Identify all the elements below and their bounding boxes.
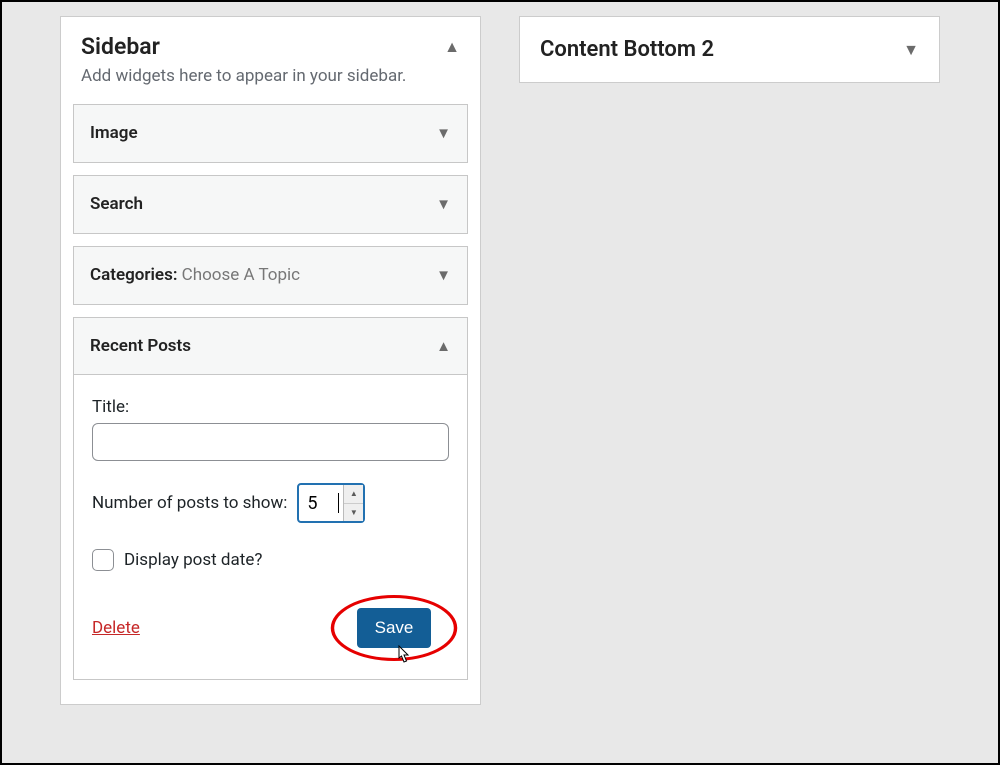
title-field-label: Title: (92, 397, 449, 417)
display-date-label: Display post date? (124, 550, 262, 570)
spinner-up-icon[interactable]: ▲ (344, 485, 363, 504)
widget-title-categories: Categories: Choose A Topic (90, 265, 300, 285)
widget-panel-recent-posts: Recent Posts ▲ Title: Number of posts to… (73, 317, 468, 680)
title-input[interactable] (92, 423, 449, 461)
cursor-pointer-icon (394, 645, 412, 667)
widget-header-recent-posts[interactable]: Recent Posts ▲ (74, 318, 467, 375)
widget-panel-image: Image ▼ (73, 104, 468, 163)
widget-body-recent-posts: Title: Number of posts to show: 5 ▲ ▼ (74, 375, 467, 679)
widget-header-search[interactable]: Search ▼ (74, 176, 467, 233)
widget-actions-row: Delete Save (92, 595, 449, 661)
columns-wrap: Sidebar ▲ Add widgets here to appear in … (2, 2, 998, 719)
widget-list: Image ▼ Search ▼ Categories: Choose A (61, 104, 480, 704)
num-posts-input[interactable]: 5 ▲ ▼ (297, 483, 365, 523)
widget-area-content-bottom-2: Content Bottom 2 ▼ (519, 16, 940, 83)
widget-header-image[interactable]: Image ▼ (74, 105, 467, 162)
save-highlight-area: Save (339, 595, 449, 661)
caret-down-icon: ▼ (436, 124, 451, 142)
widget-title-image: Image (90, 123, 138, 143)
caret-up-icon: ▲ (444, 37, 460, 57)
num-posts-value: 5 (299, 485, 343, 521)
app-frame: Sidebar ▲ Add widgets here to appear in … (0, 0, 1000, 765)
categories-title-prefix: Categories: (90, 265, 177, 285)
delete-link[interactable]: Delete (92, 618, 140, 638)
sidebar-area-title: Sidebar (81, 33, 160, 60)
content-bottom-2-title: Content Bottom 2 (540, 37, 714, 62)
save-button[interactable]: Save (357, 608, 432, 648)
sidebar-area-header[interactable]: Sidebar ▲ (61, 17, 480, 66)
widget-area-sidebar: Sidebar ▲ Add widgets here to appear in … (60, 16, 481, 705)
caret-down-icon: ▼ (436, 195, 451, 213)
display-date-row: Display post date? (92, 549, 449, 571)
num-spinner: ▲ ▼ (343, 485, 363, 521)
widget-title-search: Search (90, 194, 143, 214)
widget-title-recent-posts: Recent Posts (90, 336, 191, 356)
sidebar-area-description: Add widgets here to appear in your sideb… (61, 66, 480, 104)
widget-header-categories[interactable]: Categories: Choose A Topic ▼ (74, 247, 467, 304)
categories-title-suffix: Choose A Topic (177, 265, 300, 285)
widget-panel-categories: Categories: Choose A Topic ▼ (73, 246, 468, 305)
caret-up-icon: ▲ (436, 337, 451, 355)
widget-panel-search: Search ▼ (73, 175, 468, 234)
num-posts-label: Number of posts to show: (92, 493, 287, 513)
spinner-down-icon[interactable]: ▼ (344, 504, 363, 522)
caret-down-icon: ▼ (436, 266, 451, 284)
caret-down-icon: ▼ (903, 40, 919, 60)
display-date-checkbox[interactable] (92, 549, 114, 571)
content-bottom-2-header[interactable]: Content Bottom 2 ▼ (520, 17, 939, 82)
title-field-row: Title: (92, 397, 449, 461)
num-posts-row: Number of posts to show: 5 ▲ ▼ (92, 483, 449, 523)
